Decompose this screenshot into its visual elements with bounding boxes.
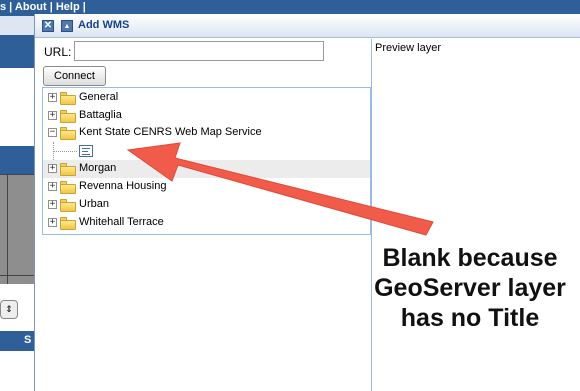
preview-layer-label: Preview layer [375,42,442,54]
layer-icon [79,145,93,157]
tree-node-kent-state[interactable]: − Kent State CENRS Web Map Service [43,124,370,142]
tree-node-revenna-housing[interactable]: + Revenna Housing [43,178,370,196]
tree-node-label: Revenna Housing [79,180,167,192]
collapse-icon[interactable]: ▲ [61,20,73,32]
connect-button[interactable]: Connect [43,66,106,86]
expand-icon[interactable]: + [48,111,57,120]
folder-icon [60,92,76,105]
folder-icon [60,110,76,123]
tree-node-urban[interactable]: + Urban [43,196,370,214]
pane-divider[interactable] [371,39,372,391]
background-footer-bar: S [0,331,34,351]
tree-node-whitehall-terrace[interactable]: + Whitehall Terrace [43,214,370,232]
wms-layer-tree: + General + Battaglia − Kent State CENRS… [42,87,371,235]
background-header-bar [0,35,34,68]
url-input[interactable] [74,41,324,61]
tree-node-label: Urban [79,198,109,210]
background-panel [0,68,34,146]
folder-icon [60,217,76,230]
tree-connector [53,151,77,152]
background-band [0,16,34,35]
background-section-bar [0,146,34,174]
background-map-area [0,174,34,285]
annotation-line-2: GeoServer layer [374,274,566,302]
url-label: URL: [44,45,72,59]
annotation-text: Blank because GeoServer layer has no Tit… [372,243,568,333]
expand-icon[interactable]: + [48,200,57,209]
annotation-line-1: Blank because [382,244,558,272]
tree-node-battaglia[interactable]: + Battaglia [43,107,370,125]
add-wms-dialog: ✕ ▲ Add WMS URL: Connect + General + Bat… [34,14,580,391]
tree-node-label: Morgan [79,162,117,174]
wms-source-pane: URL: Connect + General + Battaglia − Ken… [39,39,371,391]
folder-open-icon [60,127,76,140]
folder-icon [60,163,76,176]
expand-icon[interactable]: + [48,182,57,191]
top-links[interactable]: s | About | Help | [0,1,86,13]
dialog-title: Add WMS [78,19,130,31]
tree-node-label: Whitehall Terrace [79,216,164,228]
tree-node-label: Battaglia [79,109,122,121]
collapse-tree-icon[interactable]: − [48,128,57,137]
background-bottom [0,351,34,391]
tree-node-morgan[interactable]: + Morgan [43,160,370,178]
annotation-line-3: has no Title [400,304,540,332]
tree-node-label: Kent State CENRS Web Map Service [79,126,262,138]
background-select-stepper[interactable]: ⇕ [0,300,18,319]
tree-node-general[interactable]: + General [43,89,370,107]
expand-icon[interactable]: + [48,164,57,173]
folder-icon [60,181,76,194]
tree-node-label: General [79,91,119,103]
close-icon[interactable]: ✕ [42,20,54,32]
expand-icon[interactable]: + [48,218,57,227]
dialog-titlebar[interactable]: ✕ ▲ Add WMS [35,14,580,38]
expand-icon[interactable]: + [48,93,57,102]
footer-text: S [24,334,32,346]
tree-node-untitled-layer[interactable] [43,142,370,160]
folder-icon [60,199,76,212]
